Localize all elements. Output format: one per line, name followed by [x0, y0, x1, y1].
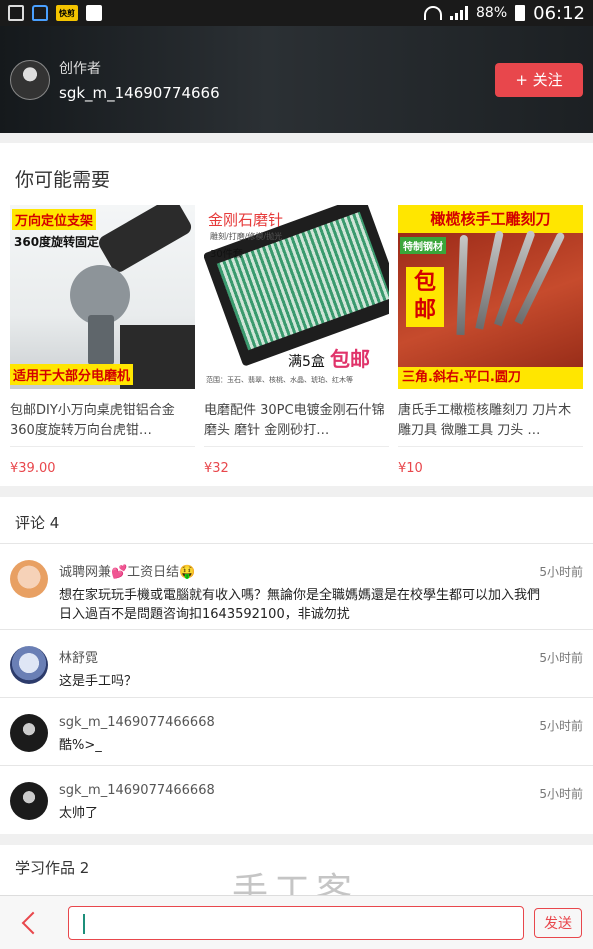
send-button[interactable]: 发送: [534, 907, 582, 938]
clock: 06:12: [533, 2, 585, 24]
comment-input[interactable]: [68, 905, 524, 940]
commenter-name[interactable]: 诚聘网兼💕工资日结🤑: [59, 561, 549, 580]
comments-section: 评论 4 诚聘网兼💕工资日结🤑 想在家玩玩手機或電腦就有收入嗎？無論你是全職媽媽…: [0, 497, 593, 834]
comment-text: 酷%>_: [59, 738, 102, 753]
product-title[interactable]: 唐氏手工橄榄核雕刻刀 刀片木雕刀具 微雕工具 刀头 …: [398, 401, 583, 443]
author-name[interactable]: sgk_m_14690774666: [59, 84, 220, 102]
product-image[interactable]: 万向定位支架 360度旋转固定 适用于大部分电磨机: [10, 205, 195, 389]
chevron-left-icon: [21, 911, 45, 934]
author-header: 创作者 sgk_m_14690774666 + 关注: [0, 26, 593, 133]
app-notification-icon: 快剪: [56, 5, 78, 21]
comment-item[interactable]: 诚聘网兼💕工资日结🤑 想在家玩玩手機或電腦就有收入嗎？無論你是全職媽媽還是在校學…: [0, 544, 593, 630]
product-image-text: 包邮: [406, 267, 444, 327]
comment-text: 这是手工吗？: [59, 674, 138, 689]
signal-icon: [450, 6, 468, 20]
product-image-text: 金刚石磨针: [208, 211, 284, 229]
screenshot-icon: [8, 5, 24, 21]
comment-text: 想在家玩玩手機或電腦就有收入嗎？無論你是全職媽媽還是在校學生都可以加入我們日入過…: [59, 588, 541, 622]
author-info: 创作者 sgk_m_14690774666: [59, 58, 220, 102]
wifi-icon: [424, 6, 442, 20]
comment-text: 太帅了: [59, 806, 99, 821]
product-image-text: 满5盒: [288, 354, 325, 370]
product-image-text: 包邮: [330, 347, 370, 371]
commenter-avatar[interactable]: [10, 782, 48, 820]
commenter-name[interactable]: 林舒霓: [59, 647, 137, 666]
works-section-title[interactable]: 学习作品 2: [0, 845, 593, 895]
product-image-text: 橄榄核手工雕刻刀: [398, 205, 583, 233]
product-image-text: 范围：玉石、翡翠、核桃、水晶、琥珀、红木等: [206, 376, 353, 384]
battery-percent: 88%: [476, 5, 508, 21]
commenter-name[interactable]: sgk_m_1469077466668: [59, 715, 215, 730]
commenter-avatar[interactable]: [10, 714, 48, 752]
product-list: 万向定位支架 360度旋转固定 适用于大部分电磨机 包邮DIY小万向桌虎钳铝合金…: [0, 205, 593, 476]
product-price: ¥10: [398, 461, 423, 476]
author-avatar[interactable]: [10, 59, 50, 100]
product-title[interactable]: 包邮DIY小万向桌虎钳铝合金360度旋转万向台虎钳…: [10, 401, 195, 443]
product-image-text: 特制钢材: [400, 237, 446, 254]
product-title[interactable]: 电磨配件 30PC电镀金刚石什锦磨头 磨针 金刚砂打…: [204, 401, 389, 443]
comment-item[interactable]: 林舒霓 这是手工吗？ 5小时前: [0, 630, 593, 698]
battery-icon: [515, 5, 526, 21]
comment-time: 5小时前: [539, 719, 583, 733]
comment-item[interactable]: sgk_m_1469077466668 太帅了 5小时前: [0, 766, 593, 834]
text-cursor: [83, 913, 85, 934]
product-price: ¥32: [204, 461, 229, 476]
product-price: ¥39.00: [10, 461, 56, 476]
product-image[interactable]: 金刚石磨针 雕刻/打磨/修模/抛光 30件套 满5盒 包邮 范围：玉石、翡翠、核…: [204, 205, 389, 389]
product-image-text: 适用于大部分电磨机: [10, 364, 134, 385]
recommend-title: 你可能需要: [15, 169, 111, 191]
status-bar: 快剪 88% 06:12: [0, 0, 593, 26]
product-card[interactable]: 金刚石磨针 雕刻/打磨/修模/抛光 30件套 满5盒 包邮 范围：玉石、翡翠、核…: [204, 205, 389, 476]
product-image-text: 雕刻/打磨/修模/抛光: [210, 232, 283, 241]
product-image-text: 万向定位支架: [12, 209, 97, 230]
comment-item[interactable]: sgk_m_1469077466668 酷%>_ 5小时前: [0, 698, 593, 766]
gallery-icon: [86, 5, 102, 21]
product-image[interactable]: 橄榄核手工雕刻刀 特制钢材 包邮 三角.斜右.平口.圆刀: [398, 205, 583, 389]
vise-base-shape: [88, 315, 114, 365]
comment-time: 5小时前: [539, 651, 583, 665]
comment-time: 5小时前: [539, 565, 583, 579]
follow-button[interactable]: + 关注: [495, 62, 583, 97]
comments-header: 评论 4: [0, 497, 593, 544]
product-image-text: 30件套: [210, 249, 243, 260]
author-role: 创作者: [59, 60, 101, 77]
drill-shape: [96, 205, 194, 275]
commenter-avatar[interactable]: [10, 560, 48, 598]
product-image-text: 360度旋转固定: [14, 235, 100, 249]
product-card[interactable]: 万向定位支架 360度旋转固定 适用于大部分电磨机 包邮DIY小万向桌虎钳铝合金…: [10, 205, 195, 476]
comment-time: 5小时前: [539, 787, 583, 801]
product-image-text: 三角.斜右.平口.圆刀: [398, 367, 583, 389]
comment-bar: 发送: [0, 895, 593, 949]
recommend-section: 你可能需要 万向定位支架 360度旋转固定 适用于大部分电磨机 包邮DIY小万向…: [0, 143, 593, 486]
product-card[interactable]: 橄榄核手工雕刻刀 特制钢材 包邮 三角.斜右.平口.圆刀 唐氏手工橄榄核雕刻刀 …: [398, 205, 583, 476]
commenter-name[interactable]: sgk_m_1469077466668: [59, 783, 215, 798]
commenter-avatar[interactable]: [10, 646, 48, 684]
back-button[interactable]: [10, 903, 50, 943]
lock-icon: [32, 5, 48, 21]
